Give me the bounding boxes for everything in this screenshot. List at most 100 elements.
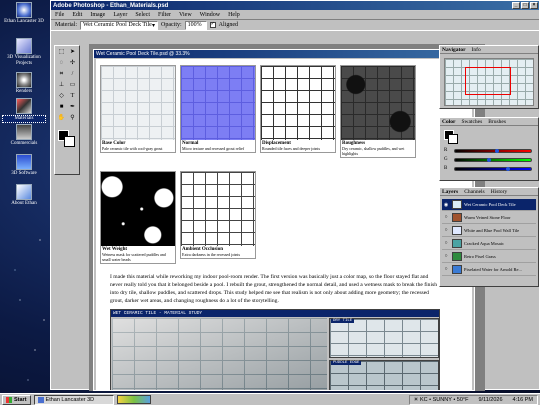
tab-swatches[interactable]: Swatches	[461, 119, 482, 125]
color-tabs: Color Swatches Brushes	[440, 118, 538, 126]
material-select[interactable]: Wet Ceramic Pool Deck Tile ▾	[80, 20, 158, 30]
desktop-icon-ethan-lancaster-3d[interactable]: Ethan Lancaster 3D	[2, 2, 46, 25]
stamp-tool-icon[interactable]: ⊥	[57, 81, 66, 90]
marquee-tool-icon[interactable]: ⬚	[57, 48, 66, 57]
layer-row[interactable]: ○ Pixelated Water for Arnold Re...	[442, 264, 536, 276]
visibility-eye-icon[interactable]: ○	[442, 254, 450, 259]
layer-row[interactable]: ○ Retro Pixel Grass	[442, 251, 536, 263]
menu-layer[interactable]: Layer	[113, 12, 127, 18]
menu-window[interactable]: Window	[200, 12, 220, 18]
map-desc: Pale ceramic tile with cool-gray grout	[102, 146, 163, 151]
ambient-occlusion-map	[181, 172, 255, 246]
options-bar: Material: Wet Ceramic Pool Deck Tile ▾ O…	[51, 19, 539, 31]
visibility-eye-icon[interactable]: ◉	[442, 202, 450, 208]
opacity-label: Opacity:	[161, 22, 182, 28]
app-icon	[37, 396, 44, 403]
lasso-tool-icon[interactable]: ◌	[57, 59, 66, 68]
eraser-tool-icon[interactable]: ▭	[68, 81, 77, 90]
inset-label: PUDDLE EDGE	[331, 361, 362, 365]
window-titlebar[interactable]: Adobe Photoshop - Ethan_Materials.psd _ …	[51, 1, 539, 10]
desktop-icon-about-ethan[interactable]: About Ethan	[2, 184, 46, 207]
layer-row[interactable]: ◉ Wet Ceramic Pool Deck Tile	[442, 199, 536, 211]
layer-name: Retro Pixel Grass	[464, 254, 496, 259]
layer-row[interactable]: ○ White and Blue Pool Wall Tile	[442, 225, 536, 237]
blue-slider-knob[interactable]	[506, 167, 511, 171]
study-title: WET CERAMIC TILE - MATERIAL STUDY	[111, 310, 439, 317]
aligned-checkbox[interactable]: ✓	[209, 22, 216, 28]
start-button[interactable]: Start	[2, 394, 31, 405]
opacity-input[interactable]: 100%	[184, 20, 207, 30]
layer-row[interactable]: ○ Cracked Aqua Mosaic	[442, 238, 536, 250]
desktop-icon-label: Renders	[15, 89, 33, 94]
tab-channels[interactable]: Channels	[464, 189, 484, 195]
map-card-wet-weight: Wet Weight Wetness mask for scattered pu…	[100, 171, 176, 264]
weather-icon: ☀	[413, 396, 419, 403]
materials-icon	[16, 98, 32, 114]
study-inset-dry-tile: DRY TILE	[329, 318, 439, 358]
desktop-icon-commercials[interactable]: Commercials	[2, 124, 46, 147]
document-title: Wet Ceramic Pool Deck Tile.psd @ 33.3%	[96, 51, 190, 57]
pen-tool-icon[interactable]: ✒	[68, 103, 77, 112]
document-titlebar[interactable]: Wet Ceramic Pool Deck Tile.psd @ 33.3%	[94, 50, 474, 58]
menu-filter[interactable]: Filter	[158, 12, 171, 18]
move-tool-icon[interactable]: ➤	[68, 48, 77, 57]
background-color-swatch[interactable]	[64, 136, 75, 147]
shape-tool-icon[interactable]: ■	[57, 103, 66, 112]
red-slider[interactable]	[454, 149, 532, 153]
menu-edit[interactable]: Edit	[72, 12, 82, 18]
aligned-label: Aligned	[218, 22, 239, 28]
zoom-tool-icon[interactable]: ⚲	[68, 114, 77, 123]
layer-thumbnail	[452, 200, 462, 209]
visibility-eye-icon[interactable]: ○	[442, 241, 450, 246]
photoshop-window: Adobe Photoshop - Ethan_Materials.psd _ …	[50, 0, 540, 391]
blue-slider[interactable]	[454, 167, 532, 171]
brush-tool-icon[interactable]: /	[68, 70, 77, 79]
wand-tool-icon[interactable]: ✢	[68, 59, 77, 68]
desktop-icon-materials[interactable]: Materials	[2, 98, 46, 123]
window-title: Adobe Photoshop - Ethan_Materials.psd	[53, 2, 169, 9]
color-bg-swatch[interactable]	[448, 134, 458, 144]
desktop-icon-renders[interactable]: Renders	[2, 72, 46, 95]
layer-name: Wet Ceramic Pool Deck Tile	[464, 202, 516, 207]
tab-layers[interactable]: Layers	[442, 189, 458, 195]
layer-thumbnail	[452, 226, 462, 235]
navigator-preview[interactable]	[444, 58, 534, 106]
menu-view[interactable]: View	[179, 12, 192, 18]
taskbar-task-ethan[interactable]: Ethan Lancaster 3D	[33, 394, 114, 405]
layer-name: Pixelated Water for Arnold Re...	[464, 267, 522, 272]
tab-navigator[interactable]: Navigator	[442, 47, 466, 53]
visibility-eye-icon[interactable]: ○	[442, 215, 450, 220]
layer-row[interactable]: ○ Warm Veined Stone Floor	[442, 212, 536, 224]
visibility-eye-icon[interactable]: ○	[442, 267, 450, 272]
hand-tool-icon[interactable]: ✋	[57, 114, 66, 123]
desktop-icon-3d-visualization[interactable]: 3D Visualization Projects	[2, 38, 46, 67]
desktop-icon-3d-software[interactable]: 3D Software	[2, 154, 46, 177]
gradient-tool-icon[interactable]: ◇	[57, 92, 66, 101]
maximize-button[interactable]: □	[521, 2, 529, 9]
close-button[interactable]: ×	[530, 2, 538, 9]
desktop-icon-label: Ethan Lancaster 3D	[4, 19, 44, 24]
tab-brushes[interactable]: Brushes	[488, 119, 506, 125]
tab-history[interactable]: History	[491, 189, 508, 195]
document-canvas[interactable]: Base Color Pale ceramic tile with cool-g…	[96, 59, 472, 390]
green-slider[interactable]	[454, 158, 532, 162]
visibility-eye-icon[interactable]: ○	[442, 228, 450, 233]
text-tool-icon[interactable]: T	[68, 92, 77, 101]
layer-thumbnail	[452, 265, 462, 274]
menu-select[interactable]: Select	[135, 12, 150, 18]
tab-color[interactable]: Color	[442, 119, 455, 125]
red-slider-knob[interactable]	[494, 149, 499, 153]
map-card-displacement: Displacement Rounded tile faces and deep…	[260, 65, 336, 153]
weather-text: KC • SUNNY • 50°F	[420, 396, 469, 403]
tab-info[interactable]: Info	[472, 47, 481, 53]
desktop-icon-label: 3D Visualization Projects	[7, 55, 41, 66]
crop-tool-icon[interactable]: ⌗	[57, 70, 66, 79]
map-desc: Extra darkness in the recessed joints	[182, 252, 241, 257]
menu-help[interactable]: Help	[228, 12, 240, 18]
menu-file[interactable]: File	[55, 12, 64, 18]
green-slider-knob[interactable]	[487, 158, 492, 162]
menu-image[interactable]: Image	[90, 12, 105, 18]
navigator-view-box[interactable]	[465, 67, 511, 95]
material-select-value: Wet Ceramic Pool Deck Tile	[83, 22, 152, 28]
minimize-button[interactable]: _	[512, 2, 520, 9]
